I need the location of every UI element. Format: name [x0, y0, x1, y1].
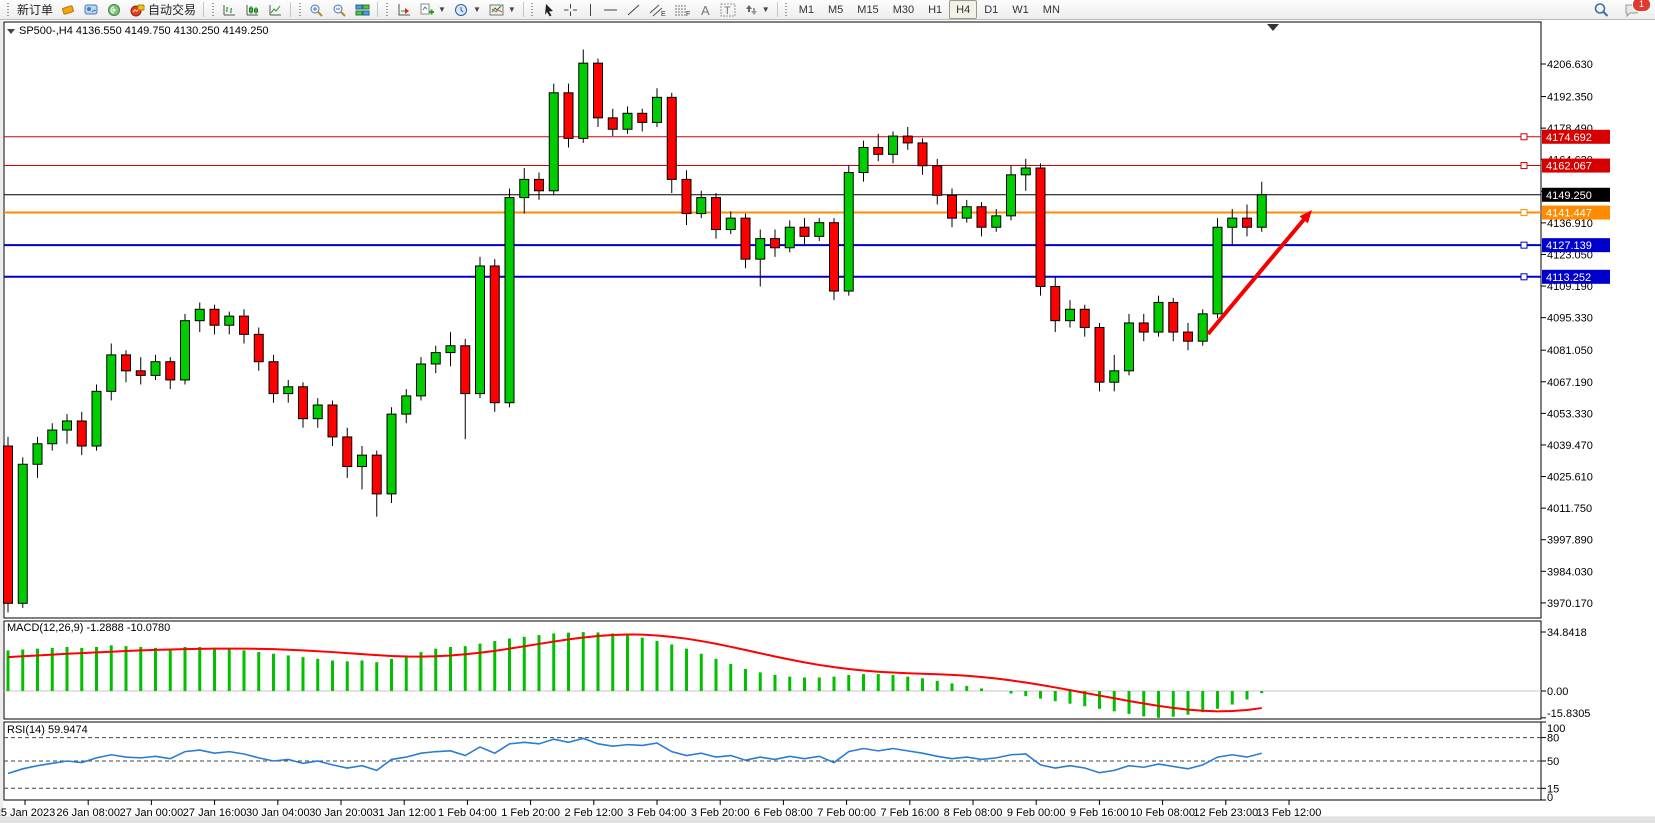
price-tag: 4141.447 [1542, 206, 1610, 220]
timeframe-button-mn[interactable]: MN [1036, 0, 1067, 19]
svg-text:3997.890: 3997.890 [1547, 535, 1593, 547]
svg-text:4174.692: 4174.692 [1546, 132, 1592, 144]
new-chart-icon[interactable]: ▼ [415, 0, 450, 19]
toolbar-grip [530, 3, 535, 16]
symbol-dropdown-icon[interactable] [7, 29, 15, 34]
timeframe-button-h4[interactable]: H4 [949, 0, 977, 19]
svg-text:4025.610: 4025.610 [1547, 472, 1593, 484]
new-order-button[interactable]: 新订单 [13, 0, 57, 19]
cursor-icon[interactable] [538, 0, 559, 19]
chart-canvas[interactable]: 4206.6304192.3504178.4904164.6304150.770… [0, 20, 1655, 823]
toolbar-grip [5, 3, 10, 16]
svg-text:3970.170: 3970.170 [1547, 598, 1593, 610]
chart-ohlc-title: SP500-,H4 4136.550 4149.750 4130.250 414… [19, 25, 269, 37]
line-chart-icon[interactable] [264, 0, 287, 19]
profiles-icon[interactable] [80, 0, 103, 19]
price-tag: 4113.252 [1542, 270, 1610, 284]
templates-icon[interactable]: ▼ [485, 0, 520, 19]
chevron-down-icon: ▼ [438, 5, 446, 14]
toolbar-grip [297, 3, 302, 16]
trendline-icon[interactable] [622, 0, 645, 19]
svg-text:4053.330: 4053.330 [1547, 408, 1593, 420]
styler-icon[interactable] [57, 0, 80, 19]
zoom-out-icon[interactable] [328, 0, 351, 19]
price-tag: 4162.067 [1542, 159, 1610, 173]
svg-text:E: E [661, 11, 666, 17]
auto-scroll-icon[interactable] [392, 0, 415, 19]
chevron-down-icon: ▼ [508, 5, 516, 14]
periods-clock-icon[interactable]: ▼ [450, 0, 485, 19]
toolbar-grip [784, 3, 789, 16]
svg-text:50: 50 [1547, 756, 1559, 768]
svg-text:4149.250: 4149.250 [1546, 190, 1592, 202]
zoom-in-icon[interactable] [305, 0, 328, 19]
timeframe-button-m1[interactable]: M1 [792, 0, 821, 19]
auto-trading-button[interactable]: 自动交易 [126, 0, 200, 19]
toolbar-separator [203, 2, 204, 17]
main-toolbar: 新订单 自动交易 ▼ ▼ ▼ E F A T ▼ M1M5M15M30H1H4D1W1MN 1 [0, 0, 1655, 20]
text-icon[interactable]: A [695, 0, 716, 19]
macd-indicator-label: MACD(12,26,9) -1.2888 -10.0780 [7, 622, 170, 634]
horizontal-line-icon[interactable] [599, 0, 622, 19]
price-tag: 4127.139 [1542, 238, 1610, 252]
svg-text:0: 0 [1547, 792, 1553, 804]
rsi-indicator-label: RSI(14) 59.9474 [7, 724, 88, 736]
svg-text:4011.750: 4011.750 [1547, 503, 1592, 515]
toolbar-grip [210, 3, 215, 16]
timeframe-button-d1[interactable]: D1 [977, 0, 1005, 19]
arrows-icon[interactable]: ▼ [740, 0, 774, 19]
toolbar-separator [290, 2, 291, 17]
svg-text:34.8418: 34.8418 [1547, 627, 1587, 639]
tile-windows-icon[interactable] [351, 0, 374, 19]
crosshair-icon[interactable] [559, 0, 582, 19]
timeframe-button-m30[interactable]: M30 [886, 0, 921, 19]
candlestick-chart-icon[interactable] [241, 0, 264, 19]
svg-text:4136.910: 4136.910 [1547, 218, 1593, 230]
svg-text:4067.190: 4067.190 [1547, 377, 1593, 389]
svg-text:4162.067: 4162.067 [1546, 161, 1592, 173]
svg-text:4192.350: 4192.350 [1547, 92, 1593, 104]
svg-text:A: A [701, 3, 710, 17]
bar-chart-icon[interactable] [218, 0, 241, 19]
svg-text:80: 80 [1547, 733, 1559, 745]
chart-area[interactable]: 4206.6304192.3504178.4904164.6304150.770… [0, 20, 1655, 823]
chevron-down-icon: ▼ [473, 5, 481, 14]
svg-text:4127.139: 4127.139 [1546, 240, 1592, 252]
svg-text:T: T [724, 5, 731, 17]
svg-text:4081.050: 4081.050 [1547, 345, 1593, 357]
svg-text:3984.030: 3984.030 [1547, 566, 1593, 578]
svg-text:-15.8305: -15.8305 [1547, 708, 1590, 720]
fibonacci-icon[interactable]: F [670, 0, 695, 19]
vertical-line-icon[interactable] [582, 0, 599, 19]
search-icon[interactable] [1589, 0, 1614, 19]
notification-badge: 1 [1632, 0, 1651, 12]
svg-text:F: F [686, 11, 690, 17]
svg-text:4039.470: 4039.470 [1547, 440, 1593, 452]
chevron-down-icon: ▼ [762, 5, 770, 14]
svg-text:4113.252: 4113.252 [1546, 272, 1591, 284]
toolbar-separator [377, 2, 378, 17]
status-strip [0, 817, 1655, 823]
toolbar-separator [523, 2, 524, 17]
svg-text:4095.330: 4095.330 [1547, 313, 1593, 325]
svg-text:4141.447: 4141.447 [1546, 208, 1592, 220]
price-tag: 4149.250 [1542, 188, 1610, 202]
svg-text:0.00: 0.00 [1547, 686, 1568, 698]
text-label-icon[interactable]: T [716, 0, 740, 19]
equidistant-channel-icon[interactable]: E [645, 0, 670, 19]
price-tag: 4174.692 [1542, 130, 1610, 144]
notifications-icon[interactable]: 1 [1620, 0, 1645, 19]
chart-title-bar[interactable]: SP500-,H4 4136.550 4149.750 4130.250 414… [7, 25, 269, 37]
toolbar-grip [384, 3, 389, 16]
timeframe-button-m15[interactable]: M15 [850, 0, 885, 19]
svg-text:4206.630: 4206.630 [1547, 59, 1593, 71]
timeframe-button-m5[interactable]: M5 [821, 0, 850, 19]
toolbar-separator [777, 2, 778, 17]
mt4-window: 新订单 自动交易 ▼ ▼ ▼ E F A T ▼ M1M5M15M30H1H4D1W1MN 1 420… [0, 0, 1655, 823]
timeframe-button-h1[interactable]: H1 [921, 0, 949, 19]
timeframe-button-w1[interactable]: W1 [1005, 0, 1036, 19]
signals-icon[interactable] [103, 0, 126, 19]
